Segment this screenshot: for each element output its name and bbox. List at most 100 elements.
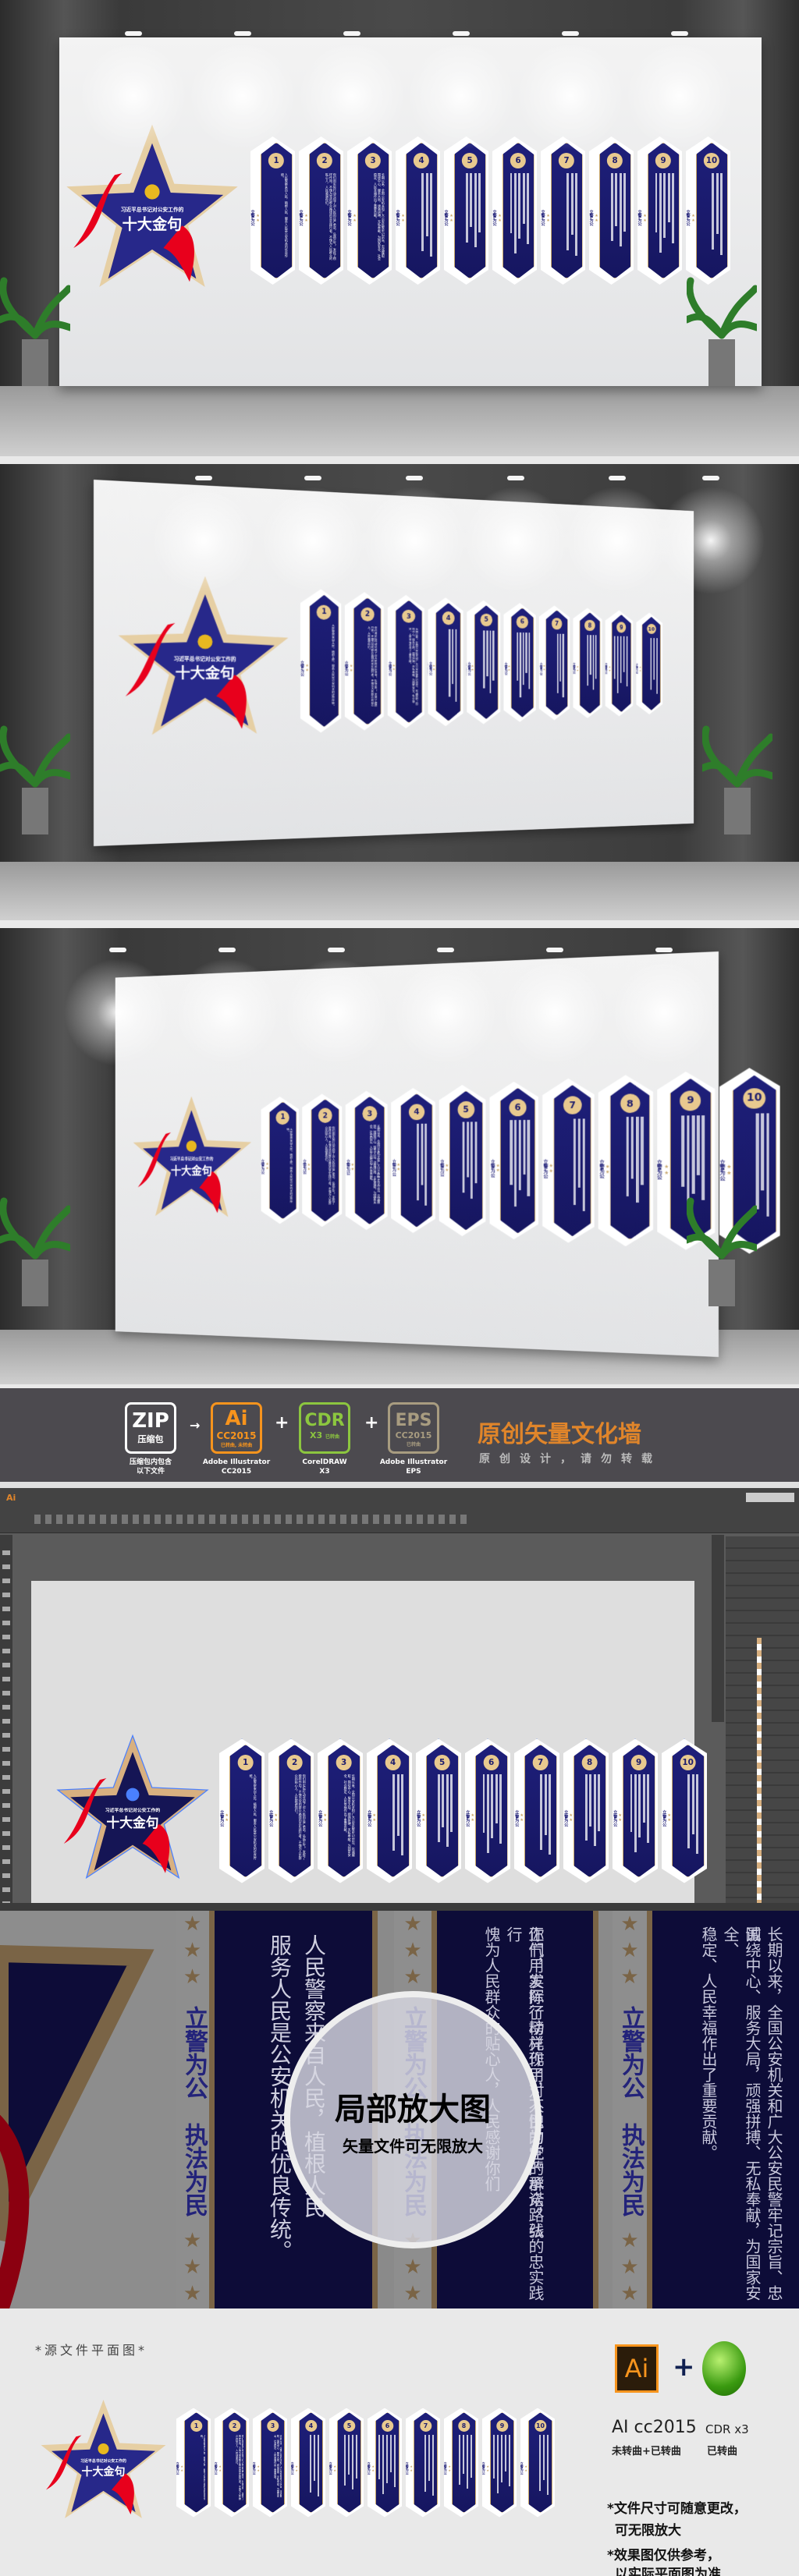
panel-quote <box>453 1121 478 1213</box>
text-line <box>672 172 674 243</box>
light-glow <box>278 954 395 1071</box>
panel-quote <box>478 631 495 705</box>
text-line <box>470 172 473 228</box>
text-line <box>538 2434 541 2491</box>
text-line <box>430 172 432 257</box>
tool-icons[interactable] <box>2 1550 10 1903</box>
panel-body: 6 <box>511 608 534 718</box>
panel-body: 8 <box>598 142 631 279</box>
layers-panel[interactable] <box>726 1536 799 1903</box>
spotlight <box>343 31 360 36</box>
panel-body: 6 <box>500 1088 536 1234</box>
text-line <box>496 2434 499 2494</box>
spotlight <box>406 476 423 480</box>
motto-top: 立警为公 <box>252 2461 257 2475</box>
star-icon: ★★ <box>568 1813 574 1823</box>
quote-panel-3: 3 长期以来，全国公安机关和广大公安民警牢记宗旨、忠诚履职，围绕中心、服务大局，顽… <box>318 1738 363 1883</box>
ai-label: Ai <box>225 1407 248 1430</box>
control-toolbar[interactable] <box>34 1515 471 1524</box>
quote-panel-2: 2 你们用实际行动兑现了对人民的庄严承诺，弘扬正气，发挥了榜样作用，不愧为党的群众… <box>302 1093 342 1227</box>
panel-body: 7 <box>413 2412 439 2513</box>
text-line <box>630 1773 633 1833</box>
panel-dock[interactable] <box>712 1535 724 1722</box>
spotlight <box>546 948 563 952</box>
panel-motto: ★★立警为公执法为民★★ <box>541 169 551 267</box>
panel-number: 6 <box>483 1754 499 1771</box>
motto-top: 立警为公 <box>504 662 508 675</box>
motto-top: 立警为公 <box>180 2006 208 2099</box>
text-line <box>425 172 428 236</box>
quote-panel-2: 2 你们用实际行动兑现了对人民的庄严承诺，弘扬正气，发挥了榜样作用，不愧为党的群众… <box>215 2408 249 2518</box>
plus-icon: + <box>673 2351 695 2383</box>
text-line <box>650 638 652 690</box>
note-size-line2: 可无限放大 <box>615 2523 681 2539</box>
zoom-lens: 局部放大图 矢量文件可无限放大 <box>284 1991 542 2248</box>
ai-note: 已转曲, 未转曲 <box>220 1443 253 1448</box>
panel-motto: ★★立警为公执法为民★★ <box>599 1113 610 1226</box>
panel-body: 1 人民警察来自人民，植根人民、服务人民是公安机关的优良传统。 <box>260 142 293 279</box>
quote-panel-5: 5 ★★立警为公执法为民★★ <box>329 2408 364 2518</box>
motto-top: 立警为公 <box>395 210 400 226</box>
star-icon: ★★ <box>444 1164 449 1173</box>
text-line <box>620 636 622 682</box>
panel-motto: ★★立警为公执法为民★★ <box>637 635 642 702</box>
eps-badge: EPS CC2015 已转曲 <box>388 1402 439 1454</box>
quote-panel-9: 9 ★★立警为公执法为民★★ <box>605 610 634 716</box>
text-line <box>474 1121 477 1182</box>
panel-motto: ★★立警为公执法为民★★ <box>406 2432 414 2503</box>
text-line <box>470 2434 472 2479</box>
text-line <box>514 1120 517 1207</box>
text-line <box>424 2434 426 2492</box>
text-line <box>417 1123 419 1199</box>
panel-motto: ★★立警为公执法为民★★ <box>482 2432 490 2503</box>
text-line <box>522 172 525 224</box>
text-line <box>385 2434 388 2483</box>
quote-panel-5: 5 ★★立警为公执法为民★★ <box>467 600 500 724</box>
ai-file-icon: Ai <box>615 2344 659 2393</box>
panel-number: 10 <box>647 624 656 634</box>
cdr-label: CDR <box>304 1411 345 1430</box>
potted-plant <box>683 265 761 390</box>
ai-app-icon[interactable]: Ai <box>6 1493 16 1503</box>
culture-wall: 习近平总书记对公安工作的 十大金句 1 人民警察来自人民，植根人民、服务人民是公安机关… <box>128 1067 784 1254</box>
panel-body: 1 人民警察来自人民，植根人民、服务人民是公安机关的优良传统。 <box>310 594 339 727</box>
panel-quote: 长期以来，全国公安机关和广大公安民警牢记宗旨、忠诚履职，围绕中心、服务大局，顽强… <box>373 172 385 260</box>
panel-quote <box>378 2434 396 2500</box>
panel-quote <box>652 172 675 262</box>
panel-motto: ★★立警为公执法为民★★ <box>268 1770 279 1866</box>
motto-top: 立警为公 <box>439 1159 444 1177</box>
star-icon: ★★ <box>594 213 599 223</box>
star-icon: ★★ <box>304 663 310 673</box>
panel-quote <box>506 172 530 262</box>
text-line <box>590 635 591 675</box>
text-line <box>518 172 521 239</box>
cdr-version: CDR x3 <box>705 2422 749 2436</box>
motto-top: 立警为公 <box>250 210 255 226</box>
quote-panel-4: 4 ★★立警为公执法为民★★ <box>396 136 440 285</box>
tools-panel[interactable] <box>0 1535 12 1903</box>
motto-top: 立警为公 <box>367 2461 371 2475</box>
panel-quote <box>417 2434 435 2500</box>
spotlight <box>453 31 470 36</box>
star-icon: ★★ <box>524 2464 528 2472</box>
motto-top: 立警为公 <box>176 2461 180 2475</box>
spotlight <box>328 948 345 952</box>
star-icon: ★★ <box>638 664 642 672</box>
star-icon: ★★ <box>545 213 551 223</box>
star-icon: ★★ <box>431 664 436 672</box>
star-icon: ★★ <box>642 213 648 223</box>
layer-thumbnails <box>757 1638 762 1903</box>
star-title: 十大金句 <box>106 1815 159 1831</box>
motto-top: 立警为公 <box>343 661 349 675</box>
panel-motto: ★★立警为公执法为民★★ <box>291 2432 299 2503</box>
note-render-line2: 以实际平面图为准 <box>615 2567 721 2576</box>
panel-quote: 人民警察来自人民，植根人民、服务人民是公安机关的优良传统。 <box>332 624 335 708</box>
motto-top: 立警为公 <box>260 1159 265 1175</box>
panel-quote <box>382 1773 405 1861</box>
text-line <box>513 172 517 254</box>
search-input[interactable] <box>746 1493 794 1502</box>
text-line <box>691 1773 694 1834</box>
star-icon: ★★ <box>322 1813 328 1823</box>
panel-body: 2 你们用实际行动兑现了对人民的庄严承诺，弘扬正气，发挥了榜样作用，不愧为党的群众… <box>311 1099 339 1222</box>
star-icon: ★★ <box>218 2464 222 2472</box>
